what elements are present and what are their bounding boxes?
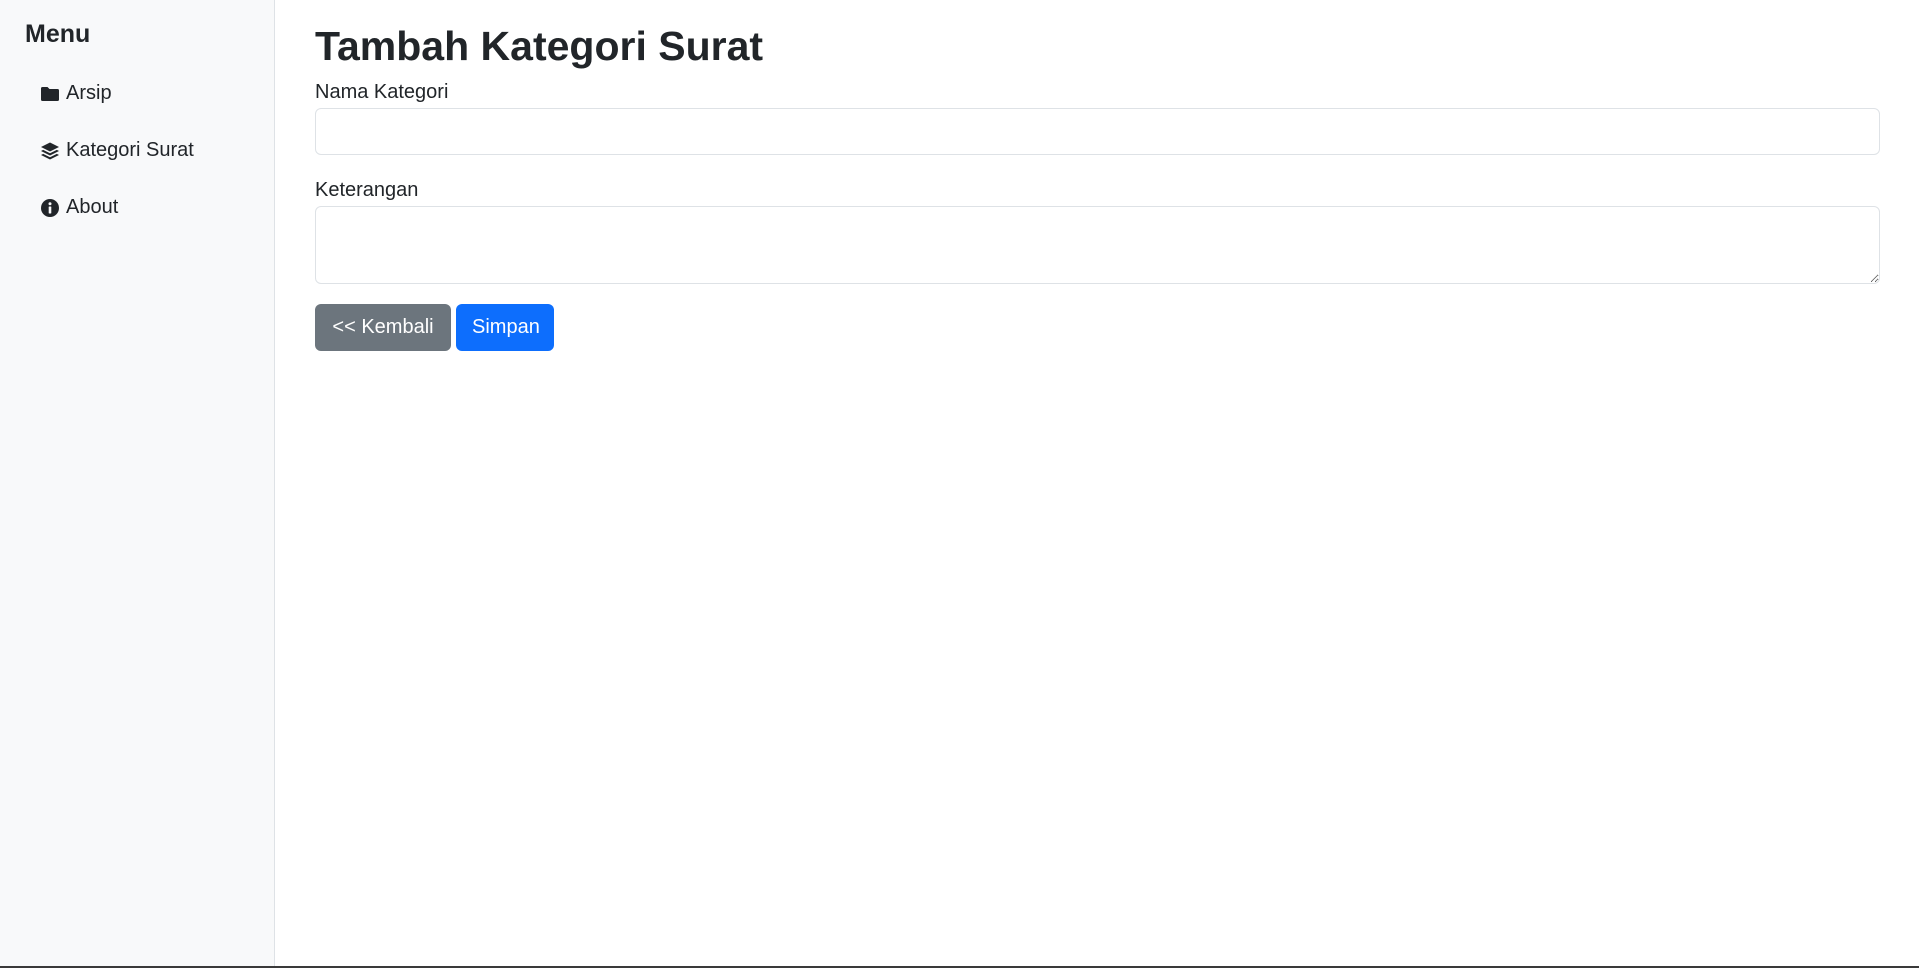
keterangan-textarea[interactable]: [315, 206, 1880, 285]
app-window: Menu Arsip Kategori Surat About Tambah K…: [0, 0, 1919, 968]
back-button[interactable]: << Kembali: [315, 304, 451, 352]
sidebar-title: Menu: [25, 20, 91, 48]
sidebar-item-about[interactable]: About: [0, 179, 274, 236]
sidebar-item-label: About: [66, 196, 119, 218]
keterangan-label: Keterangan: [315, 179, 419, 202]
folder-icon: [40, 84, 60, 104]
sidebar: Menu Arsip Kategori Surat About: [0, 0, 275, 967]
nama-kategori-group: Nama Kategori: [315, 81, 1880, 156]
sidebar-item-label: Arsip: [66, 82, 112, 104]
nama-kategori-label: Nama Kategori: [315, 81, 449, 104]
sidebar-item-kategori-surat[interactable]: Kategori Surat: [0, 122, 274, 179]
layers-icon: [40, 141, 60, 161]
sidebar-item-label: Kategori Surat: [66, 139, 194, 161]
keterangan-group: Keterangan: [315, 179, 1880, 285]
main-content: Tambah Kategori Surat Nama Kategori Kete…: [315, 22, 1880, 352]
nama-kategori-input[interactable]: [315, 108, 1880, 156]
page-title: Tambah Kategori Surat: [315, 23, 764, 69]
form-actions: << Kembali Simpan: [315, 304, 1880, 352]
save-button[interactable]: Simpan: [456, 304, 554, 352]
info-circle-icon: [40, 198, 60, 218]
sidebar-item-arsip[interactable]: Arsip: [0, 65, 274, 122]
